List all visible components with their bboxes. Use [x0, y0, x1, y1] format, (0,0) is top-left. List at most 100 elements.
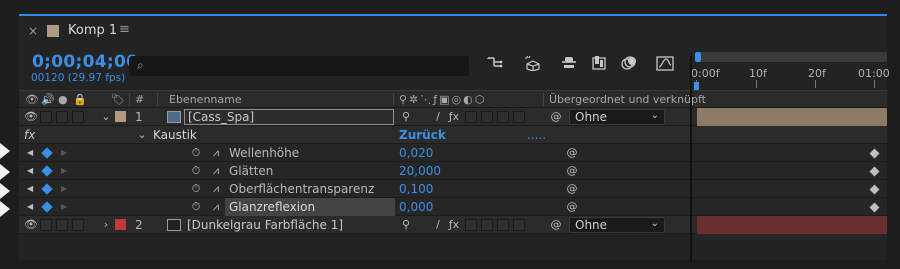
graph-icon[interactable]: ⩘: [209, 200, 223, 214]
lock-toggle[interactable]: [72, 111, 84, 123]
add-keyframe-icon[interactable]: [41, 165, 53, 177]
parent-column-header[interactable]: Übergeordnet und verknüpft: [549, 93, 706, 106]
pickwhip-icon[interactable]: @: [565, 146, 579, 160]
property-value[interactable]: 20,000: [399, 164, 441, 178]
fx-icon[interactable]: fx: [24, 128, 35, 142]
switch-toggle[interactable]: [513, 219, 525, 231]
keyframe-marker[interactable]: [869, 148, 880, 159]
layer-label-color[interactable]: [115, 219, 126, 230]
frame-blending-icon[interactable]: [589, 55, 609, 75]
graph-editor-icon[interactable]: [655, 55, 675, 75]
switch-toggle[interactable]: [513, 111, 525, 123]
property-row[interactable]: ◀ ▶ ⏱ ⩘ Glanzreflexion 0,000 @: [19, 198, 887, 216]
add-keyframe-icon[interactable]: [41, 147, 53, 159]
motion-blur-icon[interactable]: [619, 55, 639, 75]
solo-toggle[interactable]: [56, 111, 68, 123]
keyframe-marker[interactable]: [869, 184, 880, 195]
audio-column-icon[interactable]: 🔊: [41, 93, 55, 106]
graph-icon[interactable]: ⩘: [209, 164, 223, 178]
time-navigator[interactable]: [695, 52, 887, 62]
stopwatch-icon[interactable]: ⏱: [189, 200, 203, 214]
layer-label-color[interactable]: [115, 111, 126, 122]
stopwatch-icon[interactable]: ⏱: [189, 182, 203, 196]
shy-switch-icon[interactable]: ⚲: [399, 110, 413, 124]
prev-keyframe-icon[interactable]: ◀: [27, 202, 33, 211]
pickwhip-icon[interactable]: @: [565, 182, 579, 196]
layer-duration-bar[interactable]: [697, 108, 887, 126]
search-input[interactable]: ⌕: [129, 56, 469, 76]
draft-3d-icon[interactable]: [523, 55, 543, 75]
graph-icon[interactable]: ⩘: [209, 182, 223, 196]
time-navigator-start-handle[interactable]: [695, 52, 701, 62]
shy-switch-icon[interactable]: ⚲: [399, 218, 413, 232]
next-keyframe-icon[interactable]: ▶: [61, 184, 67, 193]
tab-comp-title[interactable]: Komp 1: [68, 23, 117, 38]
prev-keyframe-icon[interactable]: ◀: [27, 184, 33, 193]
quality-switch-icon[interactable]: /: [431, 110, 445, 124]
layer-name-field[interactable]: [Cass_Spa]: [184, 109, 394, 125]
effect-reset-link[interactable]: Zurück: [399, 128, 446, 142]
property-value[interactable]: 0,000: [399, 200, 433, 214]
keyframe-marker[interactable]: [869, 202, 880, 213]
effect-switch-icon[interactable]: ƒx: [447, 110, 461, 124]
property-value[interactable]: 0,020: [399, 146, 433, 160]
switch-toggle[interactable]: [465, 219, 477, 231]
graph-icon[interactable]: ⩘: [209, 146, 223, 160]
prev-keyframe-icon[interactable]: ◀: [27, 148, 33, 157]
panel-divider[interactable]: [690, 56, 692, 262]
pickwhip-icon[interactable]: @: [549, 110, 563, 124]
switch-toggle[interactable]: [497, 219, 509, 231]
parent-dropdown[interactable]: Ohne ⌄: [569, 109, 665, 125]
pickwhip-icon[interactable]: @: [565, 200, 579, 214]
property-value[interactable]: 0,100: [399, 182, 433, 196]
visibility-column-icon[interactable]: 👁: [25, 93, 39, 106]
switches-column-header[interactable]: ⚲✲⋱ƒ▣◎◐⬡: [399, 93, 486, 106]
layer-name-column-header[interactable]: Ebenenname: [169, 93, 242, 106]
switch-toggle[interactable]: [497, 111, 509, 123]
solo-toggle[interactable]: [56, 219, 68, 231]
visibility-eye-icon[interactable]: 👁: [24, 218, 38, 232]
visibility-eye-icon[interactable]: 👁: [24, 110, 38, 124]
effect-row[interactable]: fx ⌄ Kaustik Zurück .....: [19, 126, 887, 144]
label-column-icon[interactable]: 🏷: [111, 93, 125, 106]
lock-column-icon[interactable]: 🔒: [73, 93, 87, 106]
stopwatch-icon[interactable]: ⏱: [189, 146, 203, 160]
pickwhip-icon[interactable]: @: [565, 164, 579, 178]
layer-name[interactable]: [Dunkelgrau Farbfläche 1]: [187, 218, 343, 232]
quality-switch-icon[interactable]: /: [431, 218, 445, 232]
property-row[interactable]: ◀ ▶ ⏱ ⩘ Wellenhöhe 0,020 @: [19, 144, 887, 162]
add-keyframe-icon[interactable]: [41, 201, 53, 213]
close-icon[interactable]: ×: [28, 24, 38, 38]
audio-toggle[interactable]: [40, 111, 52, 123]
parent-dropdown[interactable]: Ohne ⌄: [569, 217, 665, 233]
stopwatch-icon[interactable]: ⏱: [189, 164, 203, 178]
chevron-down-icon[interactable]: ⌄: [99, 110, 113, 124]
pickwhip-icon[interactable]: @: [549, 218, 563, 232]
current-time-display[interactable]: 0;00;04;00: [32, 52, 138, 72]
number-column-header[interactable]: #: [135, 93, 144, 106]
shy-layers-icon[interactable]: [559, 55, 579, 75]
next-keyframe-icon[interactable]: ▶: [61, 148, 67, 157]
switch-toggle[interactable]: [481, 219, 493, 231]
solo-column-icon[interactable]: ●: [58, 93, 68, 106]
layer-row[interactable]: 👁 ⌄ 1 [Cass_Spa] ⚲ / ƒx @ Ohne ⌄: [19, 108, 887, 126]
effect-switch-icon[interactable]: ƒx: [447, 218, 461, 232]
layer-row[interactable]: 👁 › 2 [Dunkelgrau Farbfläche 1] ⚲ / ƒx @…: [19, 216, 887, 234]
next-keyframe-icon[interactable]: ▶: [61, 202, 67, 211]
prev-keyframe-icon[interactable]: ◀: [27, 166, 33, 175]
chevron-down-icon[interactable]: ⌄: [135, 128, 149, 142]
property-row[interactable]: ◀ ▶ ⏱ ⩘ Oberflächentransparenz 0,100 @: [19, 180, 887, 198]
layer-duration-bar[interactable]: [697, 216, 887, 234]
lock-toggle[interactable]: [72, 219, 84, 231]
chevron-right-icon[interactable]: ›: [99, 218, 113, 232]
keyframe-marker[interactable]: [869, 166, 880, 177]
composition-flowchart-icon[interactable]: [485, 55, 505, 75]
add-keyframe-icon[interactable]: [41, 183, 53, 195]
panel-menu-icon[interactable]: ≡: [119, 22, 130, 37]
property-row[interactable]: ◀ ▶ ⏱ ⩘ Glätten 20,000 @: [19, 162, 887, 180]
next-keyframe-icon[interactable]: ▶: [61, 166, 67, 175]
switch-toggle[interactable]: [465, 111, 477, 123]
switch-toggle[interactable]: [481, 111, 493, 123]
effect-options-link[interactable]: .....: [527, 128, 546, 142]
audio-toggle[interactable]: [40, 219, 52, 231]
